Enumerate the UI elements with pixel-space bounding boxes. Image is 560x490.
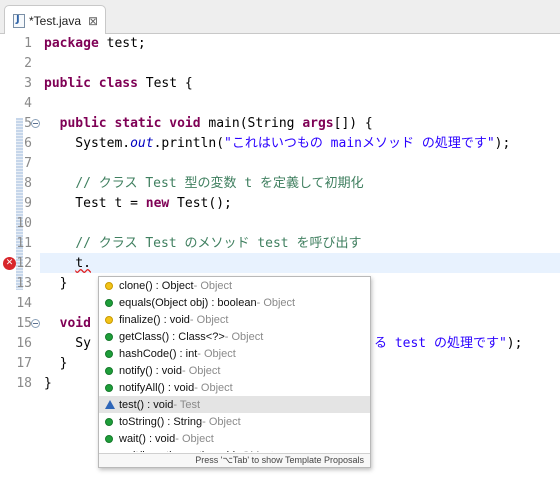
declaring-type: - Object	[193, 279, 233, 292]
line-number: 1	[24, 36, 32, 51]
code-text: }	[44, 276, 68, 291]
declaring-type: - Test	[173, 398, 201, 411]
line-number: 3	[24, 76, 32, 91]
completion-item[interactable]: getClass() : Class<?> - Object	[99, 328, 370, 345]
code-text: }	[44, 376, 52, 391]
declaring-type: - Object	[224, 330, 264, 343]
public-method-icon	[105, 332, 113, 341]
line-number: 7	[24, 156, 32, 171]
method-signature: wait() : void	[119, 432, 176, 445]
method-signature: test() : void	[119, 398, 174, 411]
completion-item[interactable]: toString() : String - Object	[99, 413, 370, 430]
protected-method-icon	[105, 315, 113, 324]
method-signature: notify() : void	[119, 364, 182, 377]
line-number: 2	[24, 56, 32, 71]
code-line[interactable]: 7	[0, 154, 560, 174]
completion-item[interactable]: notifyAll() : void - Object	[99, 379, 370, 396]
line-number: 17	[16, 356, 32, 371]
code-line[interactable]: 2	[0, 54, 560, 74]
line-number: 8	[24, 176, 32, 191]
line-number: 13	[16, 276, 32, 291]
line-number: 9	[24, 196, 32, 211]
code-text: Sy	[44, 336, 91, 351]
code-line[interactable]: 6 System.out.println("これはいつもの mainメソッド の…	[0, 134, 560, 154]
code-line[interactable]: 12 ✕ t.	[0, 254, 560, 274]
line-number: 16	[16, 336, 32, 351]
fold-toggle-icon[interactable]	[31, 319, 40, 328]
content-assist-popup: clone() : Object - Object equals(Object o…	[98, 276, 371, 468]
completion-item[interactable]: finalize() : void - Object	[99, 311, 370, 328]
public-method-icon	[105, 298, 113, 307]
default-method-icon	[105, 400, 115, 409]
completion-item[interactable]: equals(Object obj) : boolean - Object	[99, 294, 370, 311]
line-number: 15	[16, 316, 32, 331]
method-signature: getClass() : Class<?>	[119, 330, 225, 343]
public-method-icon	[105, 366, 113, 375]
declaring-type: - Object	[194, 381, 233, 394]
code-text: }	[44, 356, 68, 371]
code-line[interactable]: 5 public static void main(String args[])…	[0, 114, 560, 134]
method-signature: toString() : String	[119, 415, 203, 428]
method-signature: equals(Object obj) : boolean	[119, 296, 257, 309]
line-number: 4	[24, 96, 32, 111]
completion-item[interactable]: hashCode() : int - Object	[99, 345, 370, 362]
code-line[interactable]: 3 public class Test {	[0, 74, 560, 94]
method-signature: clone() : Object	[119, 279, 194, 292]
line-number: 10	[16, 216, 32, 231]
line-number: 5	[24, 116, 32, 131]
code-line[interactable]: 4	[0, 94, 560, 114]
tab-label: *Test.java	[29, 13, 82, 28]
code-text: public class Test {	[44, 76, 193, 91]
completion-item[interactable]: wait(long timeout) : void - Object	[99, 447, 370, 452]
error-icon[interactable]: ✕	[3, 257, 16, 270]
completion-item[interactable]: notify() : void - Object	[99, 362, 370, 379]
code-text: System.out.println("これはいつもの mainメソッド の処理…	[44, 136, 511, 151]
code-text: t.	[75, 256, 91, 271]
code-text: // クラス Test 型の変数 t を定義して初期化	[75, 176, 364, 191]
code-line[interactable]: 9 Test t = new Test();	[0, 194, 560, 214]
code-line[interactable]: 11 // クラス Test のメソッド test を呼び出す	[0, 234, 560, 254]
code-line[interactable]: 1 package test;	[0, 34, 560, 54]
method-signature: notifyAll() : void	[119, 381, 195, 394]
completion-item[interactable]: clone() : Object - Object	[99, 277, 370, 294]
line-number: 11	[16, 236, 32, 251]
java-file-icon	[13, 13, 25, 28]
completion-item[interactable]: wait() : void - Object	[99, 430, 370, 447]
line-number: 6	[24, 136, 32, 151]
editor-tab-bar: *Test.java ⊠	[0, 0, 560, 35]
public-method-icon	[105, 434, 113, 443]
public-method-icon	[105, 349, 113, 358]
declaring-type: - Object	[256, 296, 296, 309]
fold-toggle-icon[interactable]	[31, 119, 40, 128]
protected-method-icon	[105, 281, 113, 290]
method-signature: hashCode() : int	[119, 347, 198, 360]
code-text: public static void main(String args[]) {	[59, 116, 373, 131]
tab-test-java[interactable]: *Test.java ⊠	[4, 5, 106, 35]
method-signature: wait(long timeout) : void	[119, 450, 235, 453]
declaring-type: - Object	[181, 364, 221, 377]
line-number: 18	[16, 376, 32, 391]
public-method-icon	[105, 417, 113, 426]
declaring-type: - Object	[202, 415, 241, 428]
line-number: 12	[16, 256, 32, 271]
code-text-tail: る test の処理です");	[374, 336, 523, 351]
method-signature: finalize() : void	[119, 313, 190, 326]
declaring-type: - Object	[197, 347, 236, 360]
code-text: package test;	[44, 36, 146, 51]
public-method-icon	[105, 451, 113, 452]
code-line[interactable]: 10	[0, 214, 560, 234]
completion-list[interactable]: clone() : Object - Object equals(Object o…	[99, 277, 370, 452]
line-number: 14	[16, 296, 32, 311]
code-text: Test t = new Test();	[44, 196, 232, 211]
code-text: // クラス Test のメソッド test を呼び出す	[75, 236, 362, 251]
close-icon[interactable]: ⊠	[88, 14, 98, 28]
public-method-icon	[105, 383, 113, 392]
declaring-type: - Object	[235, 450, 274, 453]
declaring-type: - Object	[189, 313, 229, 326]
template-proposals-hint: Press '⌥Tab' to show Template Proposals	[99, 453, 370, 467]
declaring-type: - Object	[175, 432, 214, 445]
completion-item[interactable]: test() : void - Test	[99, 396, 370, 413]
code-line[interactable]: 8 // クラス Test 型の変数 t を定義して初期化	[0, 174, 560, 194]
